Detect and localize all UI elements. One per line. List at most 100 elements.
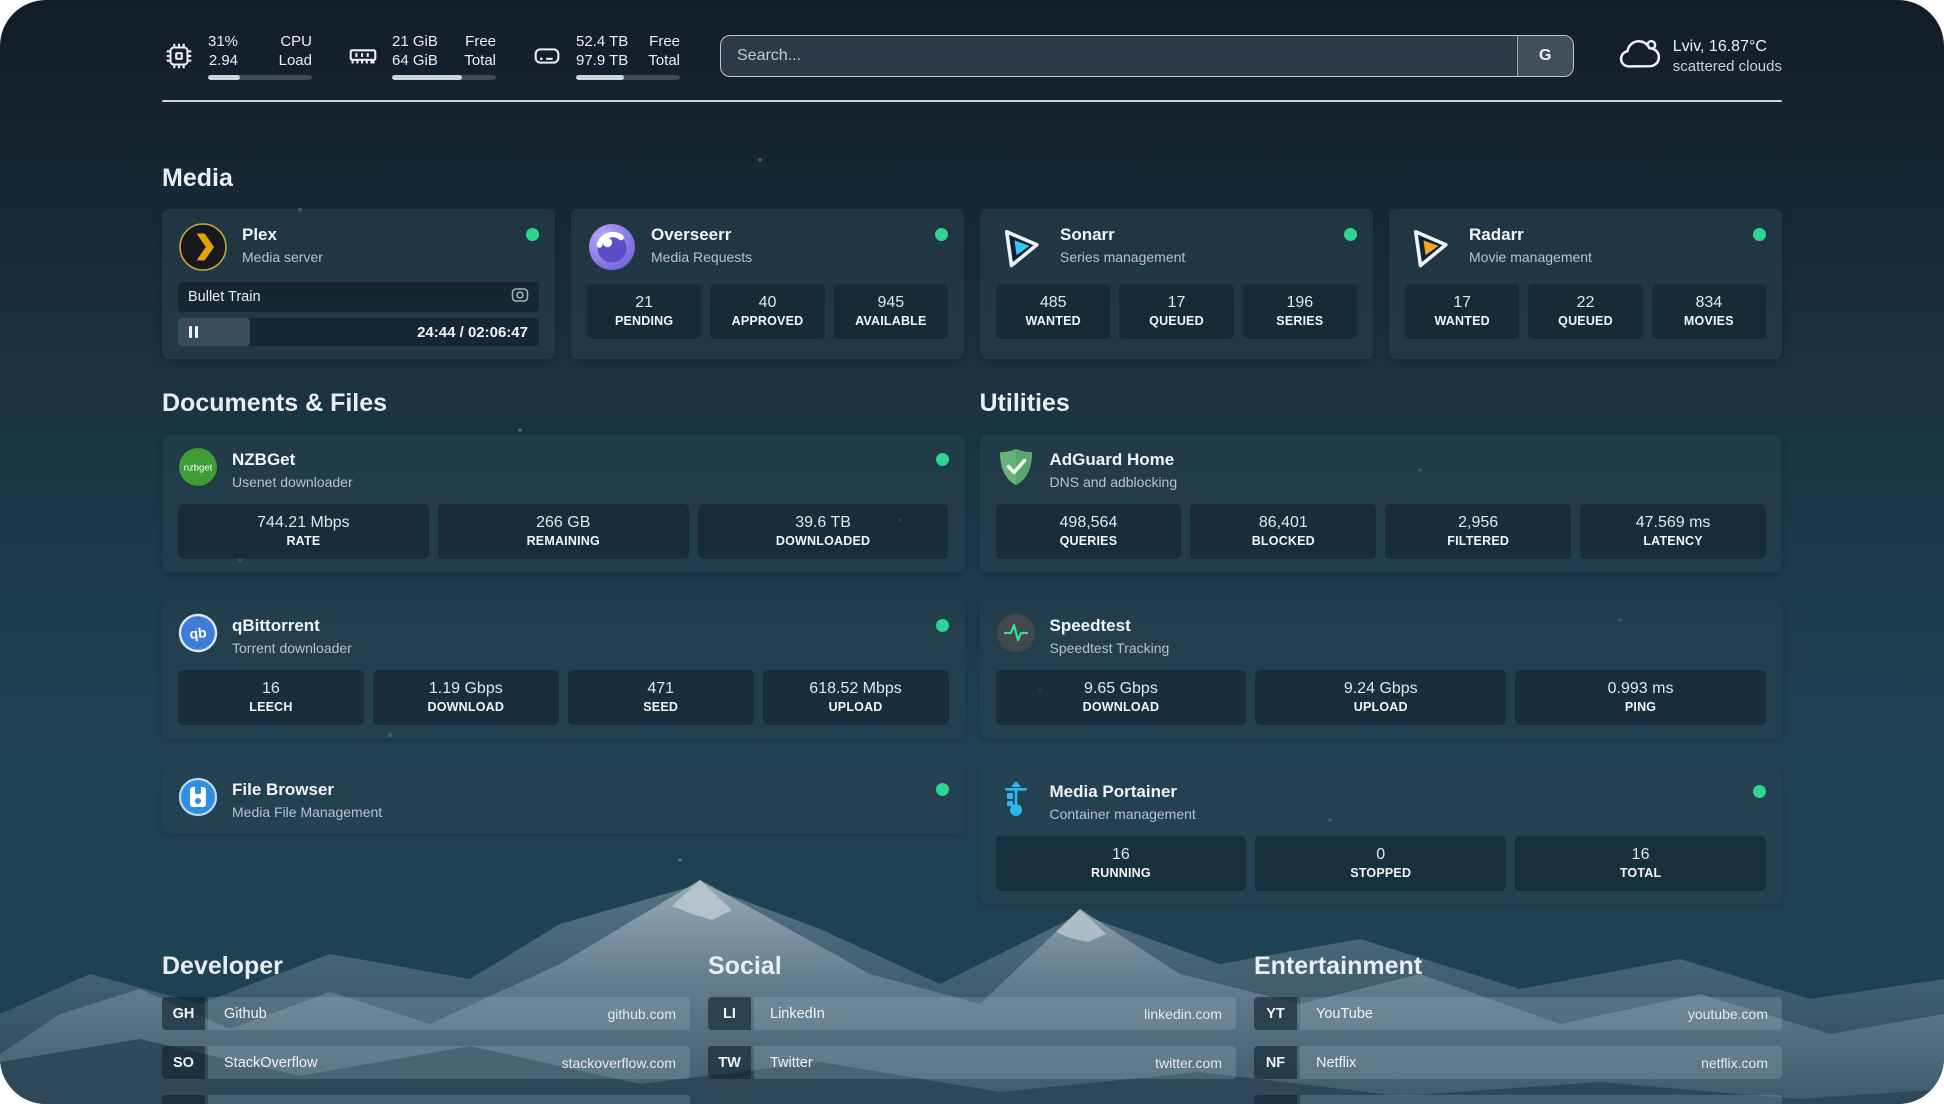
stat-queued: 22 QUEUED [1528, 284, 1642, 339]
bookmark-name: StackOverflow [224, 1055, 317, 1071]
stat-upload: 9.24 Gbps UPLOAD [1255, 670, 1506, 725]
service-card-qbittorrent[interactable]: qb qBittorrent Torrent downloader [162, 600, 965, 738]
cpu-icon [162, 39, 196, 73]
service-card-overseerr[interactable]: Overseerr Media Requests 21 PENDING 40 A… [571, 209, 964, 359]
service-name: Speedtest [1050, 615, 1767, 637]
bookmark-abbr: TW [708, 1046, 751, 1079]
bookmark-abbr: DT [162, 1095, 205, 1104]
service-card-plex[interactable]: Plex Media server Bullet Train [162, 209, 555, 359]
memory-total-label: Total [464, 51, 496, 70]
bookmark-twitter[interactable]: TW Twitter twitter.com [708, 1046, 1236, 1079]
bookmark-name: Github [224, 1006, 267, 1022]
service-description: Container management [1050, 805, 1740, 824]
service-name: Radarr [1469, 224, 1739, 246]
service-description: DNS and adblocking [1050, 473, 1767, 492]
search-provider-button[interactable]: G [1517, 36, 1573, 76]
stat-wanted: 17 WANTED [1405, 284, 1519, 339]
filebrowser-icon [178, 777, 218, 817]
bookmark-abbr: SO [162, 1046, 205, 1079]
service-description: Speedtest Tracking [1050, 639, 1767, 658]
memory-icon [346, 39, 380, 73]
bookmark-url: stackoverflow.com [562, 1055, 676, 1071]
status-dot [936, 783, 949, 796]
search-input[interactable] [721, 36, 1517, 76]
plex-now-playing: Bullet Train 24:44 / 02:06:47 [178, 282, 539, 346]
stat-download: 1.19 Gbps DOWNLOAD [373, 670, 559, 725]
stat-blocked: 86,401 BLOCKED [1190, 504, 1376, 559]
service-card-radarr[interactable]: Radarr Movie management 17 WANTED 22 QUE… [1389, 209, 1782, 359]
stat-download: 9.65 Gbps DOWNLOAD [996, 670, 1247, 725]
stat-running: 16 RUNNING [996, 836, 1247, 891]
speedtest-icon [996, 613, 1036, 653]
entertainment-section-title: Entertainment [1254, 952, 1782, 981]
service-description: Series management [1060, 248, 1330, 267]
bookmark-name: LinkedIn [770, 1006, 825, 1022]
bookmark-url: linkedin.com [1144, 1006, 1222, 1022]
overseerr-icon [587, 222, 637, 272]
stat-total: 16 TOTAL [1515, 836, 1766, 891]
memory-progress-bar [392, 75, 496, 80]
bookmark-stackoverflow[interactable]: SO StackOverflow stackoverflow.com [162, 1046, 690, 1079]
bookmark-url: netflix.com [1701, 1055, 1768, 1071]
bookmark-dev[interactable]: DT DEV dev.to [162, 1095, 690, 1104]
stat-rate: 744.21 Mbps RATE [178, 504, 429, 559]
service-card-speedtest[interactable]: Speedtest Speedtest Tracking 9.65 Gbps D… [980, 600, 1783, 738]
header-divider [162, 100, 1782, 102]
cast-icon [511, 287, 529, 308]
stat-series: 196 SERIES [1243, 284, 1357, 339]
now-playing-title: Bullet Train [188, 289, 261, 305]
service-card-sonarr[interactable]: Sonarr Series management 485 WANTED 17 Q… [980, 209, 1373, 359]
service-description: Media Requests [651, 248, 921, 267]
service-description: Media server [242, 248, 512, 267]
cpu-progress-bar [208, 75, 312, 80]
bookmark-linkedin[interactable]: LI LinkedIn linkedin.com [708, 997, 1236, 1030]
service-card-filebrowser[interactable]: File Browser Media File Management [162, 766, 965, 833]
service-name: Sonarr [1060, 224, 1330, 246]
disk-icon [530, 39, 564, 73]
bookmark-name: Netflix [1316, 1055, 1356, 1071]
status-dot [936, 619, 949, 632]
stat-wanted: 485 WANTED [996, 284, 1110, 339]
bookmark-name: YouTube [1316, 1006, 1373, 1022]
bookmark-github[interactable]: GH Github github.com [162, 997, 690, 1030]
service-name: Plex [242, 224, 512, 246]
disk-total-value: 97.9 TB [576, 51, 628, 70]
stat-pending: 21 PENDING [587, 284, 701, 339]
service-name: qBittorrent [232, 615, 922, 637]
service-name: Media Portainer [1050, 781, 1740, 803]
status-dot [526, 228, 539, 241]
section-entertainment: Entertainment YT YouTube youtube.com NF … [1254, 952, 1782, 1104]
bookmark-url: twitter.com [1155, 1055, 1222, 1071]
weather-condition: scattered clouds [1673, 57, 1782, 77]
stat-available: 945 AVAILABLE [834, 284, 948, 339]
media-section-title: Media [162, 164, 1782, 193]
stat-downloaded: 39.6 TB DOWNLOADED [698, 504, 949, 559]
bookmark-abbr: YT [1254, 997, 1297, 1030]
service-description: Torrent downloader [232, 639, 922, 658]
bookmark-netflix[interactable]: NF Netflix netflix.com [1254, 1046, 1782, 1079]
stat-remaining: 266 GB REMAINING [438, 504, 689, 559]
radarr-icon [1405, 222, 1455, 272]
pause-icon [189, 326, 198, 338]
bookmark-abbr: LI [708, 997, 751, 1030]
status-dot [1753, 228, 1766, 241]
disk-free-label: Free [649, 32, 680, 51]
service-card-nzbget[interactable]: nzbget NZBGet Usenet downloader 74 [162, 434, 965, 572]
memory-widget: 21 GiB 64 GiB Free Total [346, 32, 496, 80]
weather-widget: Lviv, 16.87°C scattered clouds [1616, 34, 1782, 79]
playback-progress-bar[interactable]: 24:44 / 02:06:47 [178, 318, 539, 346]
bookmark-url: youtube.com [1688, 1006, 1768, 1022]
cpu-usage-value: 31% [208, 32, 238, 51]
stat-queued: 17 QUEUED [1119, 284, 1233, 339]
service-card-adguard[interactable]: AdGuard Home DNS and adblocking 498,564 … [980, 434, 1783, 572]
bookmark-reddit[interactable]: RE Reddit reddit.com [1254, 1095, 1782, 1104]
status-dot [936, 453, 949, 466]
service-card-portainer[interactable]: Media Portainer Container management 16 … [980, 766, 1783, 904]
sonarr-icon [996, 222, 1046, 272]
bookmark-youtube[interactable]: YT YouTube youtube.com [1254, 997, 1782, 1030]
cpu-load-value: 2.94 [209, 51, 238, 70]
stat-queries: 498,564 QUERIES [996, 504, 1182, 559]
section-documents: Documents & Files nzbget [162, 389, 965, 904]
top-bar: 31% 2.94 CPU Load [162, 0, 1782, 80]
section-utilities: Utilities [980, 389, 1783, 904]
